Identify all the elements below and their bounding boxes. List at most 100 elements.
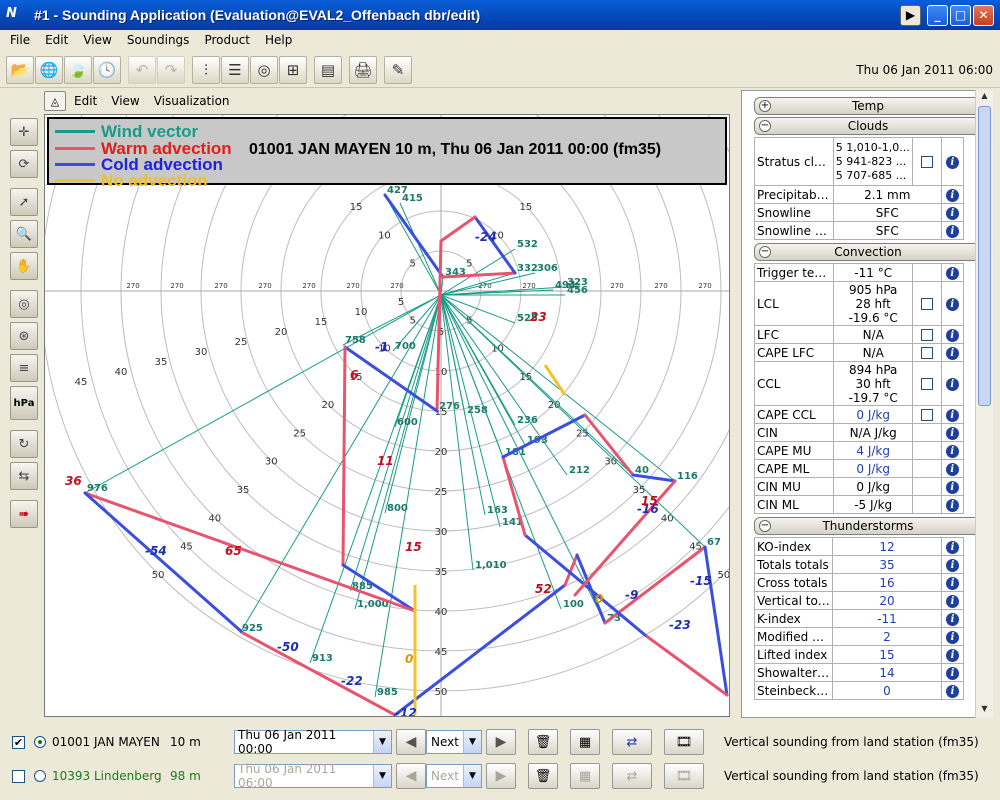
info-icon[interactable]: i [946, 666, 959, 680]
scroll-up-icon[interactable]: ▲ [978, 91, 991, 104]
info-icon[interactable]: i [945, 444, 959, 458]
param-checkbox[interactable] [920, 298, 933, 310]
info-icon[interactable]: i [945, 480, 959, 494]
rotate-icon[interactable]: ↻ [10, 430, 38, 458]
param-checkbox[interactable] [920, 329, 933, 341]
hodograph-plot[interactable]: 5555551010101010101515151515152020202025… [44, 114, 730, 717]
hodograph-view-icon[interactable]: ◎ [250, 55, 278, 84]
open-folder-icon[interactable]: 📂 [6, 55, 34, 84]
collapse-icon[interactable]: − [759, 520, 771, 532]
panel-scrollbar[interactable]: ▲ ▼ [975, 90, 993, 718]
info-icon[interactable]: i [945, 498, 959, 512]
info-icon[interactable]: i [945, 188, 959, 202]
step-select[interactable]: Next ▼ [426, 764, 482, 788]
clock-icon[interactable]: 🕓 [93, 55, 121, 84]
info-icon[interactable]: i [945, 224, 959, 238]
refresh-icon[interactable]: ⟳ [10, 150, 38, 178]
chevron-down-icon[interactable]: ▼ [373, 765, 391, 787]
info-icon[interactable]: i [945, 266, 959, 280]
level-list-icon[interactable]: ≡ [10, 354, 38, 382]
station-radio[interactable] [34, 770, 46, 782]
compare-icon[interactable]: ⇄ [612, 729, 652, 755]
next-button[interactable]: ▶ [486, 763, 516, 789]
expand-icon[interactable]: + [759, 100, 771, 112]
param-checkbox[interactable] [921, 156, 934, 168]
info-icon[interactable]: i [946, 558, 959, 572]
zoom-icon[interactable]: 🔍 [10, 220, 38, 248]
trash-icon[interactable]: 🗑 [528, 763, 558, 789]
chevron-down-icon[interactable]: ▼ [463, 765, 481, 787]
select-arrow-icon[interactable]: ➚ [10, 188, 38, 216]
date-select[interactable]: Thu 06 Jan 2011 00:00 ▼ [234, 728, 392, 756]
info-icon[interactable]: i [945, 408, 959, 422]
table-view-icon[interactable]: ☰ [221, 55, 249, 84]
play-icon[interactable]: ▶ [900, 4, 921, 26]
info-icon[interactable]: i [946, 594, 959, 608]
station-checkbox[interactable]: ✔ [12, 735, 25, 749]
collapse-icon[interactable]: − [759, 120, 771, 132]
step-select[interactable]: Next ▼ [426, 730, 482, 754]
info-icon[interactable]: i [946, 630, 959, 644]
pan-center-icon[interactable]: ✛ [10, 118, 38, 146]
undo-icon[interactable]: ↶ [128, 55, 156, 84]
info-icon[interactable]: i [945, 426, 959, 440]
trash-icon[interactable]: 🗑 [528, 729, 558, 755]
chevron-down-icon[interactable]: ▼ [373, 731, 391, 753]
grid-overlay-icon[interactable]: ▦ [570, 763, 600, 789]
info-icon[interactable]: i [945, 297, 959, 311]
minimize-button[interactable]: _ [927, 4, 948, 26]
print-map-icon[interactable]: 🖨 [349, 55, 377, 84]
date-select[interactable]: Thu 06 Jan 2011 06:00 ▼ [234, 762, 392, 790]
next-button[interactable]: ▶ [486, 729, 516, 755]
close-button[interactable]: ✕ [973, 4, 994, 26]
section-thunderstorms[interactable]: − Thunderstorms [754, 517, 982, 535]
rings-icon[interactable]: ◎ [10, 290, 38, 318]
compare-icon[interactable]: ⇄ [612, 763, 652, 789]
grid-view-icon[interactable]: ⊞ [279, 55, 307, 84]
scrollbar-thumb[interactable] [978, 106, 991, 406]
info-icon[interactable]: i [946, 576, 959, 590]
param-checkbox[interactable] [920, 409, 933, 421]
leaf-icon[interactable]: 🍃 [64, 55, 92, 84]
info-icon[interactable]: i [945, 346, 959, 360]
scroll-down-icon[interactable]: ▼ [978, 704, 991, 717]
grid-overlay-icon[interactable]: ▦ [570, 729, 600, 755]
info-icon[interactable]: i [946, 648, 959, 662]
param-checkbox[interactable] [920, 378, 933, 390]
station-radio[interactable] [34, 736, 46, 748]
collapse-icon[interactable]: − [759, 246, 771, 258]
globe-station-icon[interactable]: 🌐 [35, 55, 63, 84]
param-checkbox[interactable] [920, 347, 933, 359]
info-icon[interactable]: i [946, 684, 959, 698]
parameter-list-icon[interactable]: ▤ [314, 55, 342, 84]
hpa-units-icon[interactable]: hPa [10, 386, 38, 420]
swap-icon[interactable]: ⇆ [10, 462, 38, 490]
chevron-down-icon[interactable]: ▼ [463, 731, 481, 753]
previous-button[interactable]: ◀ [396, 729, 426, 755]
sounding-profile-icon[interactable]: ⫶ [192, 55, 220, 84]
viz-menu-edit[interactable]: Edit [74, 94, 97, 108]
pencil-icon[interactable]: ✎ [384, 55, 412, 84]
viz-menu-view[interactable]: View [111, 94, 139, 108]
info-icon[interactable]: i [946, 612, 959, 626]
menu-soundings[interactable]: Soundings [127, 33, 190, 47]
section-convection[interactable]: − Convection [754, 243, 982, 261]
advection-arrows-icon[interactable]: ➠ [10, 500, 38, 528]
info-icon[interactable]: i [945, 328, 959, 342]
menu-product[interactable]: Product [204, 33, 250, 47]
hand-pan-icon[interactable]: ✋ [10, 252, 38, 280]
viz-menu-visualization[interactable]: Visualization [154, 94, 230, 108]
info-icon[interactable]: i [945, 462, 959, 476]
menu-file[interactable]: File [10, 33, 30, 47]
maximize-button[interactable]: □ [950, 4, 971, 26]
station-checkbox[interactable] [12, 769, 25, 783]
info-icon[interactable]: i [945, 206, 959, 220]
redo-icon[interactable]: ↷ [157, 55, 185, 84]
menu-help[interactable]: Help [265, 33, 292, 47]
menu-edit[interactable]: Edit [45, 33, 68, 47]
film-icon[interactable]: 🎞 [664, 763, 704, 789]
wind-rings-icon[interactable]: ⊛ [10, 322, 38, 350]
section-temp[interactable]: + Temp [754, 97, 982, 115]
info-icon[interactable]: i [945, 155, 959, 169]
info-icon[interactable]: i [945, 377, 959, 391]
